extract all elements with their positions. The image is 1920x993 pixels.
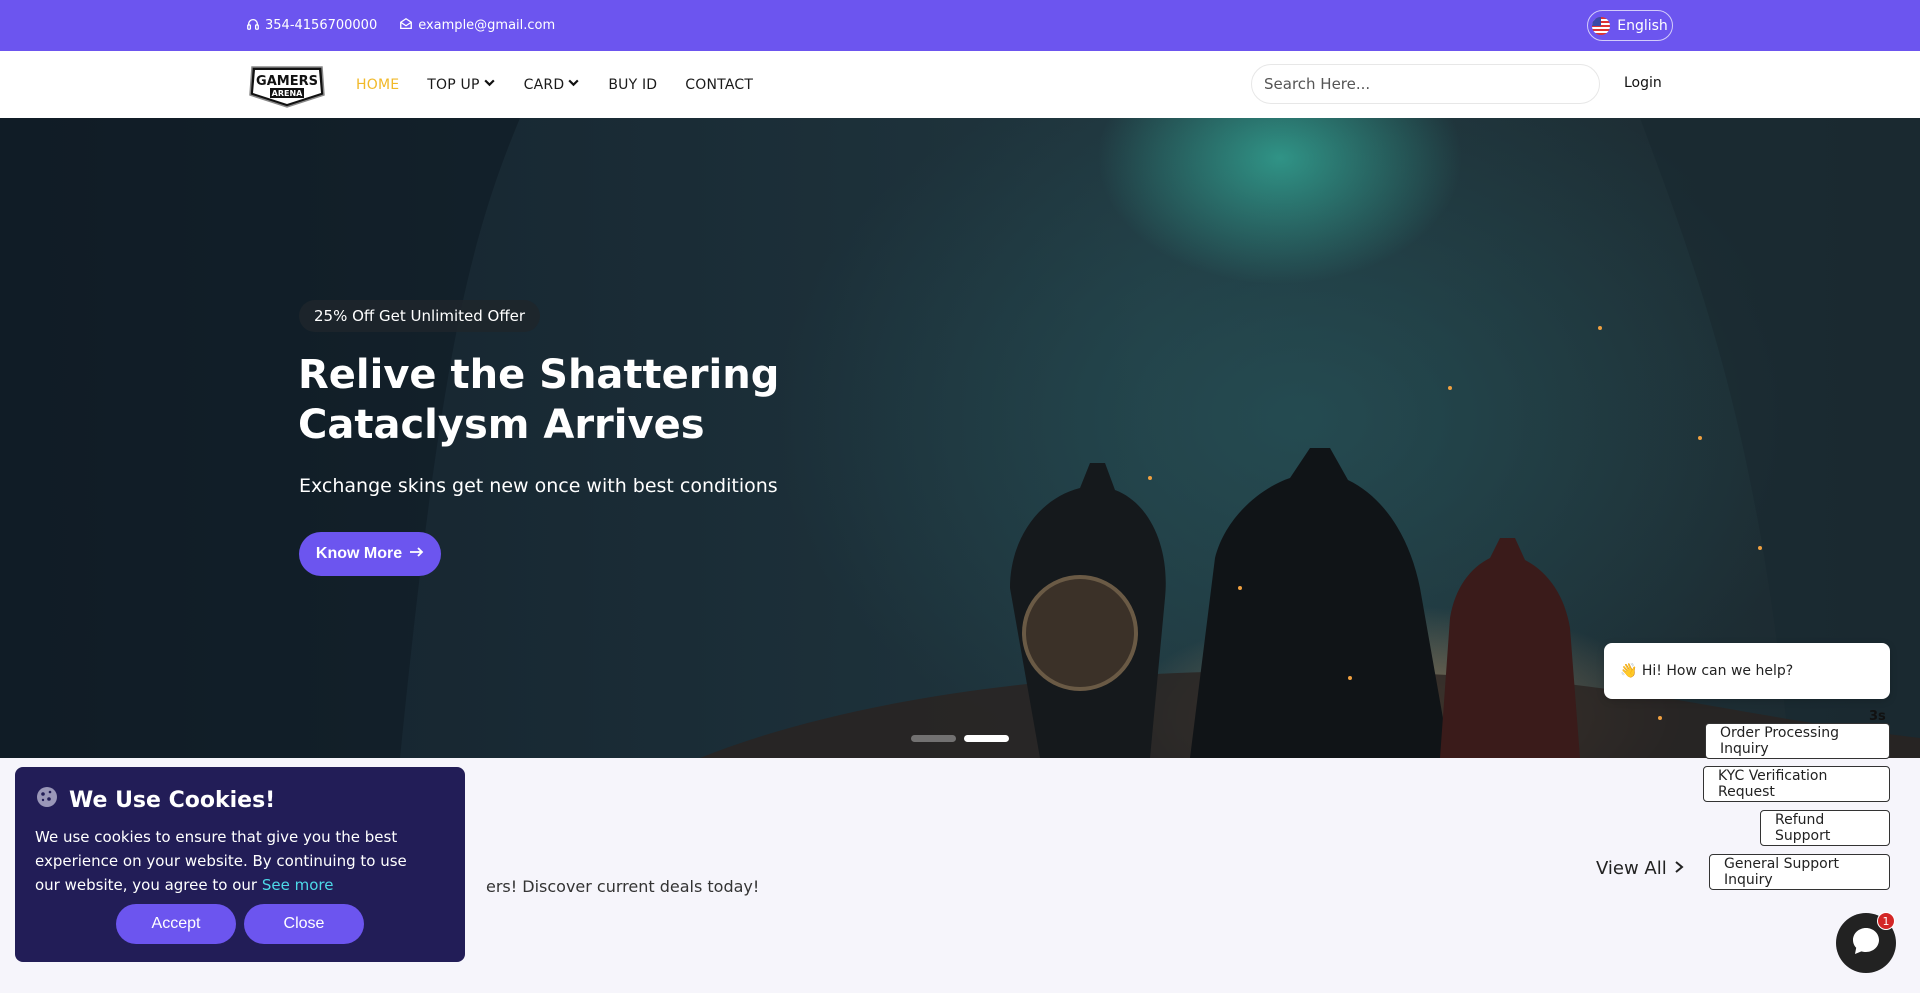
cookie-buttons: Accept Close [116, 904, 364, 944]
svg-text:GAMERS: GAMERS [256, 74, 318, 89]
us-flag-icon [1592, 16, 1611, 35]
login-link[interactable]: Login [1624, 75, 1662, 91]
nav-home-label: HOME [356, 76, 400, 93]
see-more-link[interactable]: See more [262, 876, 334, 894]
nav-home[interactable]: HOME [356, 77, 399, 93]
nav-card-label: CARD [523, 76, 565, 93]
main-navbar: GAMERS ARENA HOME TOP UP CARD BUY ID CON… [0, 51, 1920, 118]
phone-number: 354-4156700000 [265, 18, 378, 33]
section-description: ers! Discover current deals today! [486, 877, 760, 896]
chat-timer: 3s [1869, 709, 1886, 724]
email-address: example@gmail.com [418, 18, 556, 33]
slider-dot-1[interactable] [911, 735, 956, 742]
cookie-body: We use cookies to ensure that give you t… [35, 828, 407, 894]
nav-buy-id[interactable]: BUY ID [608, 77, 657, 93]
know-more-button[interactable]: Know More [299, 532, 441, 576]
nav-contact[interactable]: CONTACT [685, 77, 753, 93]
accept-button[interactable]: Accept [116, 904, 236, 944]
phone-contact[interactable]: 354-4156700000 [246, 17, 377, 35]
chat-option-general[interactable]: General Support Inquiry [1709, 854, 1890, 890]
unread-badge: 1 [1877, 912, 1895, 930]
know-more-label: Know More [315, 545, 403, 562]
language-label: English [1617, 17, 1668, 34]
nav-buy-id-label: BUY ID [608, 76, 658, 93]
view-all-link[interactable]: View All [1596, 858, 1685, 879]
nav-topup-label: TOP UP [427, 76, 480, 93]
cookie-text: We use cookies to ensure that give you t… [35, 825, 435, 897]
chevron-down-icon [483, 76, 496, 93]
cookie-title: We Use Cookies! [35, 785, 445, 815]
headphones-icon [246, 17, 260, 35]
nav-card[interactable]: CARD [524, 76, 581, 93]
nav-links: HOME TOP UP CARD BUY ID CONTACT [356, 51, 781, 118]
search-input[interactable] [1251, 64, 1600, 104]
language-selector[interactable]: English [1587, 10, 1673, 41]
chat-greeting[interactable]: 👋 Hi! How can we help? [1604, 643, 1890, 699]
envelope-icon [399, 17, 413, 35]
site-logo[interactable]: GAMERS ARENA [246, 61, 328, 109]
cookie-consent: We Use Cookies! We use cookies to ensure… [15, 767, 465, 962]
email-contact[interactable]: example@gmail.com [399, 17, 555, 35]
chat-option-order[interactable]: Order Processing Inquiry [1705, 723, 1890, 759]
chat-bubble-icon [1849, 924, 1883, 962]
chat-option-kyc[interactable]: KYC Verification Request [1703, 766, 1890, 802]
close-button[interactable]: Close [244, 904, 364, 944]
view-all-label: View All [1596, 858, 1667, 879]
offer-badge: 25% Off Get Unlimited Offer [299, 300, 541, 332]
slider-dot-2[interactable] [964, 735, 1009, 742]
chevron-right-icon [1673, 858, 1685, 879]
svg-text:ARENA: ARENA [272, 89, 304, 98]
slider-dots [911, 735, 1009, 742]
arrow-right-icon [408, 544, 424, 565]
chevron-down-icon [567, 76, 580, 93]
hero-title: Relive the Shattering Cataclysm Arrives [298, 352, 780, 448]
nav-contact-label: CONTACT [685, 76, 754, 93]
hero-subtitle: Exchange skins get new once with best co… [299, 475, 778, 497]
contact-info: 354-4156700000 example@gmail.com [246, 0, 555, 51]
cookie-title-text: We Use Cookies! [69, 787, 276, 813]
nav-topup[interactable]: TOP UP [427, 76, 495, 93]
chat-option-refund[interactable]: Refund Support [1760, 810, 1890, 846]
cookie-icon [35, 785, 59, 815]
top-bar: 354-4156700000 example@gmail.com English [0, 0, 1920, 51]
